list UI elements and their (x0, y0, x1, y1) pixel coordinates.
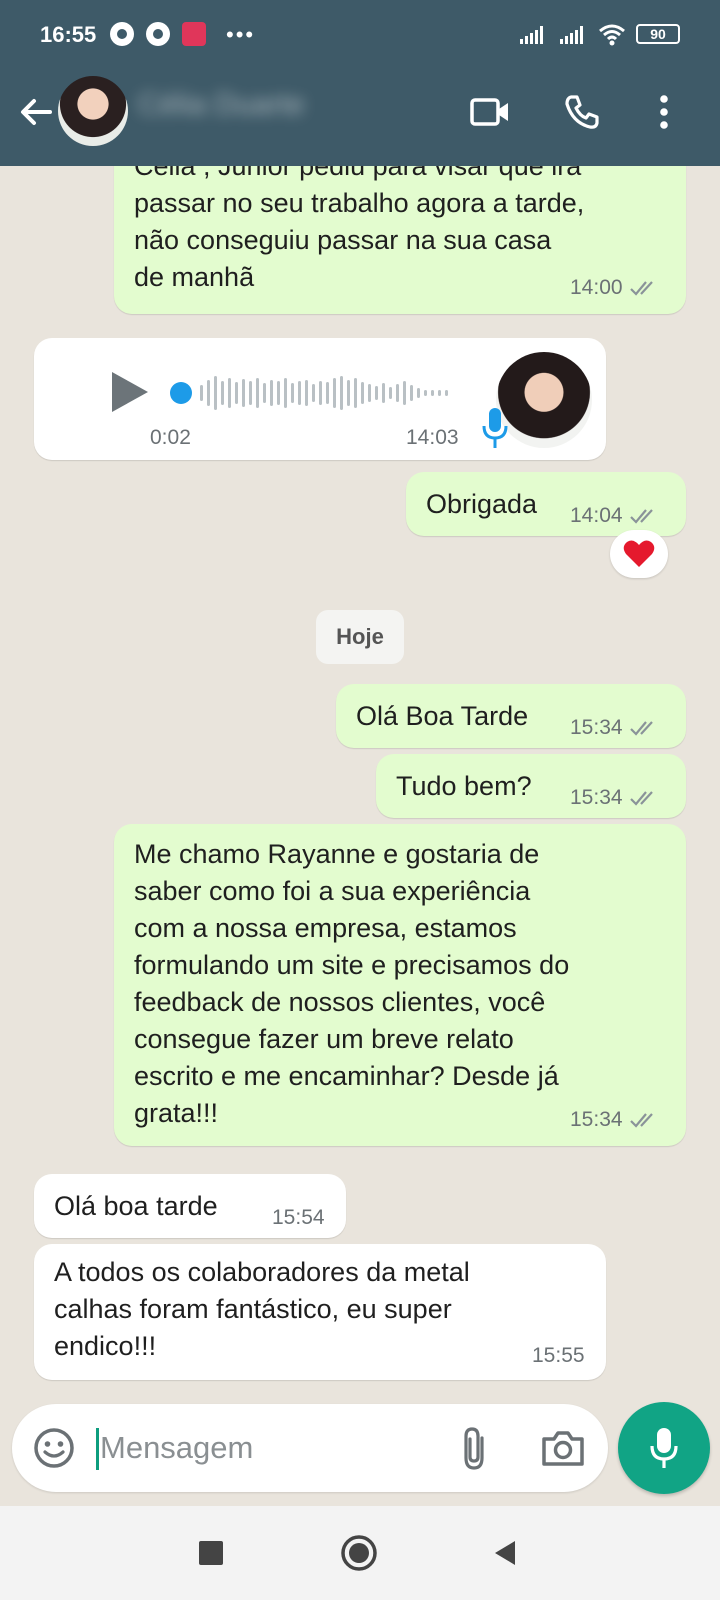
double-check-icon (629, 281, 653, 296)
nav-home-icon[interactable] (334, 1528, 384, 1578)
voice-message-bubble[interactable]: 0:02 14:03 (34, 338, 606, 460)
message-text: Olá Boa Tarde (356, 701, 529, 731)
back-arrow-icon[interactable] (14, 90, 58, 134)
text-caret (96, 1428, 99, 1470)
message-input[interactable] (100, 1422, 430, 1474)
message-meta: 15:34 (570, 716, 661, 740)
voice-duration: 0:02 (150, 426, 191, 449)
message-bubble-outgoing[interactable]: Olá Boa Tarde 15:34 (336, 684, 686, 748)
message-time: 15:34 (570, 786, 623, 809)
message-composer (12, 1404, 608, 1492)
message-time: 15:54 (272, 1206, 325, 1229)
double-check-icon (629, 1113, 653, 1128)
signal-icon-2 (560, 26, 590, 44)
battery-indicator: 90 (636, 24, 680, 44)
message-meta: 15:34 (570, 1108, 661, 1132)
heart-reaction-icon (623, 540, 655, 567)
message-bubble-outgoing[interactable]: Tudo bem? 15:34 (376, 754, 686, 818)
message-text: A todos os colaboradores da metal calhas… (54, 1257, 470, 1361)
message-bubble-outgoing[interactable]: Celia , Junior pediu para visar que irá … (114, 166, 686, 314)
chat-area[interactable]: Celia , Junior pediu para visar que irá … (0, 166, 720, 1400)
mic-icon (650, 1428, 678, 1468)
message-time: 15:55 (532, 1344, 585, 1367)
message-time: 14:03 (406, 426, 459, 449)
voice-sender-avatar (496, 352, 592, 448)
message-time: 15:34 (570, 1108, 623, 1131)
signal-icon (520, 26, 550, 44)
chrome-icon (110, 22, 134, 46)
voice-progress-dot[interactable] (170, 382, 192, 404)
attach-icon[interactable] (452, 1424, 498, 1472)
camera-icon[interactable] (540, 1426, 586, 1470)
contact-avatar[interactable] (58, 76, 128, 146)
message-time: 14:00 (570, 276, 623, 299)
message-time: 14:04 (570, 504, 623, 527)
message-bubble-outgoing[interactable]: Obrigada 14:04 (406, 472, 686, 536)
more-notifications-icon: ••• (226, 22, 256, 47)
nav-back-icon[interactable] (480, 1528, 530, 1578)
message-meta: 15:34 (570, 786, 661, 810)
double-check-icon (629, 791, 653, 806)
voice-record-button[interactable] (618, 1402, 710, 1494)
chat-header: Célia Duarte (0, 70, 720, 166)
video-call-icon[interactable] (466, 88, 514, 136)
message-text: Olá boa tarde (54, 1191, 218, 1221)
reaction-chip[interactable] (610, 530, 668, 578)
status-time: 16:55 (40, 22, 97, 47)
message-meta: 14:04 (570, 504, 661, 528)
voice-waveform[interactable] (170, 374, 490, 412)
message-text: Obrigada (426, 489, 538, 519)
message-bubble-outgoing[interactable]: Me chamo Rayanne e gostaria de saber com… (114, 824, 686, 1146)
play-icon[interactable] (108, 370, 150, 414)
message-bubble-incoming[interactable]: Olá boa tarde 15:54 (34, 1174, 346, 1238)
chrome-icon-2 (146, 22, 170, 46)
message-meta: 14:00 (570, 276, 661, 300)
wifi-icon (599, 24, 625, 46)
shopping-app-icon (182, 22, 206, 46)
phone-icon[interactable] (558, 88, 606, 136)
top-bar: 16:55 ••• 90 Célia Duarte (0, 0, 720, 166)
status-bar: 16:55 ••• 90 (0, 0, 720, 70)
message-bubble-incoming[interactable]: A todos os colaboradores da metal calhas… (34, 1244, 606, 1380)
message-text: Me chamo Rayanne e gostaria de saber com… (134, 839, 570, 1128)
emoji-icon[interactable] (32, 1426, 76, 1470)
contact-name[interactable]: Célia Duarte (138, 88, 348, 132)
double-check-icon (629, 509, 653, 524)
message-text: Tudo bem? (396, 771, 532, 801)
mic-icon (482, 408, 508, 448)
date-divider: Hoje (316, 610, 404, 664)
nav-recents-icon[interactable] (186, 1528, 236, 1578)
double-check-icon (629, 721, 653, 736)
more-vert-icon[interactable] (640, 88, 688, 136)
system-nav-bar (0, 1506, 720, 1600)
message-time: 15:34 (570, 716, 623, 739)
